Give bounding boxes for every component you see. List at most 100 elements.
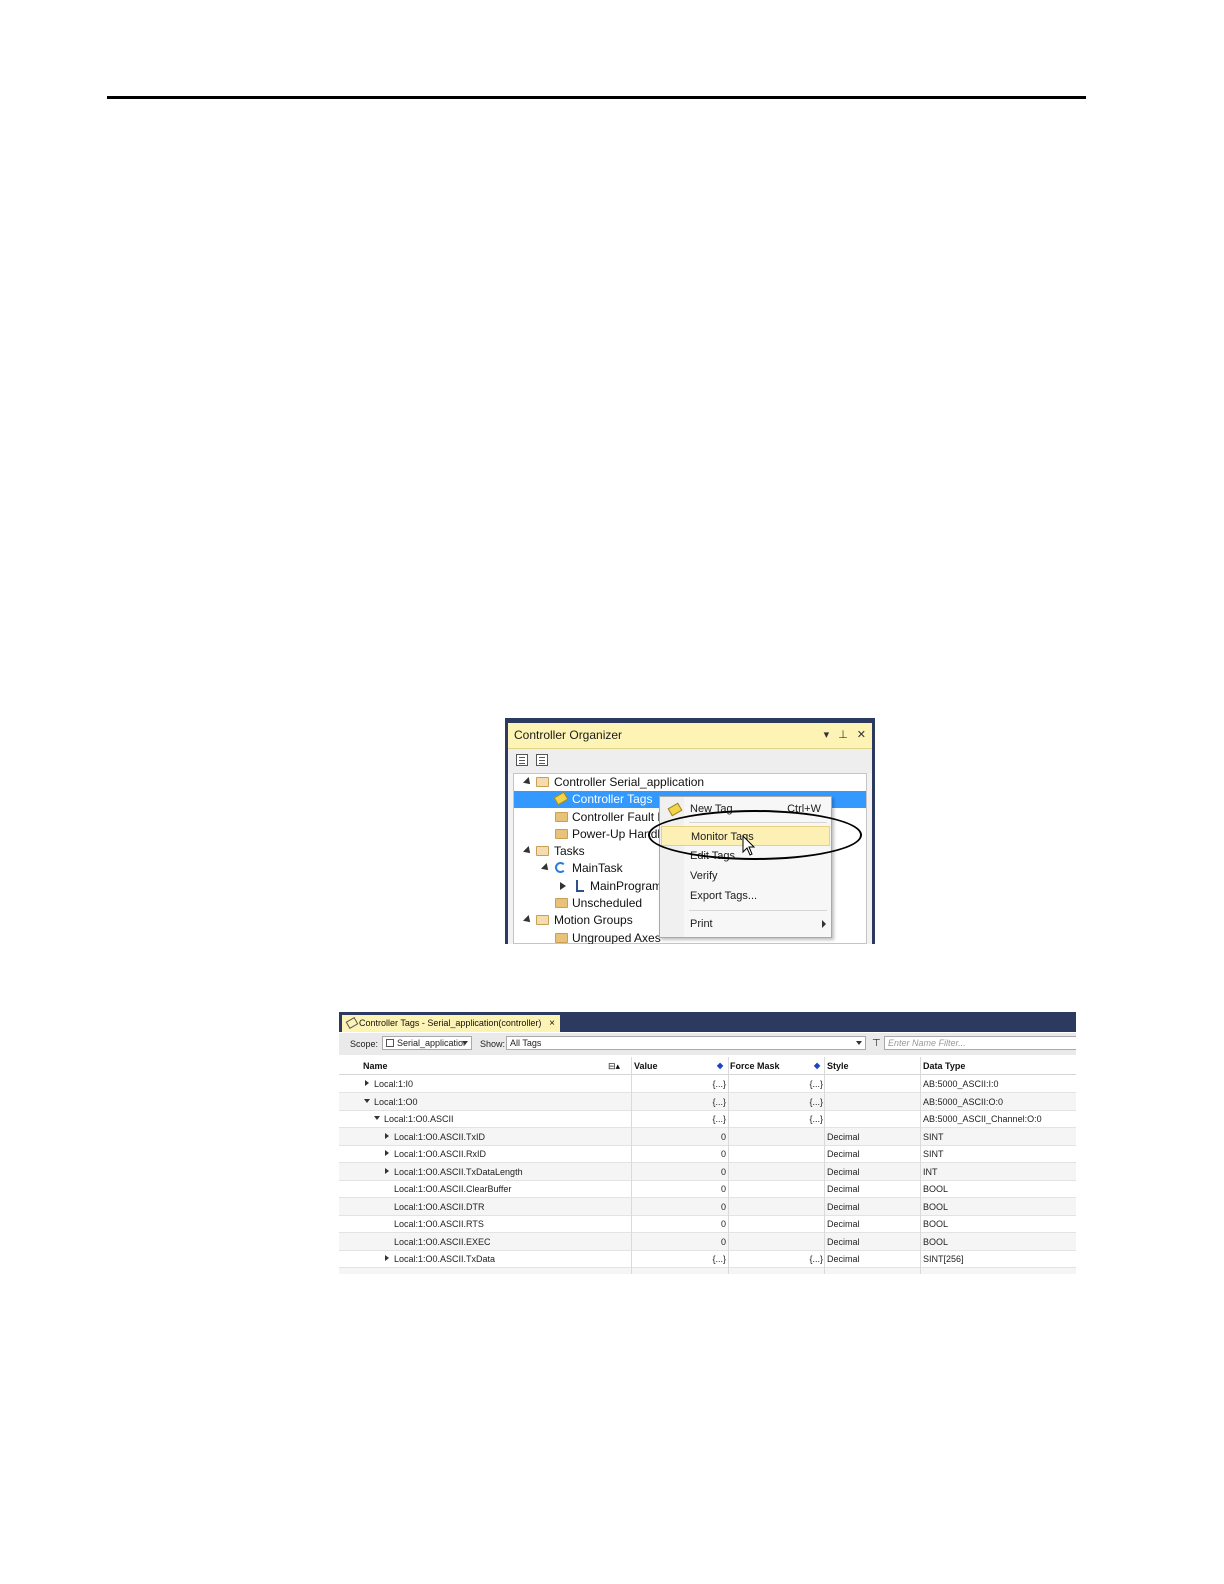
tab-bar: Controller Tags - Serial_application(con… [339,1012,1076,1032]
table-row[interactable]: Local:1:O0.ASCII.TxID 0 Decimal SINT [339,1127,1076,1146]
organizer-titlebar: Controller Organizer ▾ ⊥ ✕ [508,723,872,749]
cell-data-type: AB:5000_ASCII:O:0 [923,1096,1004,1107]
expand-icon[interactable] [523,777,533,787]
expand-icon[interactable] [365,1080,369,1086]
cell-value[interactable]: 0 [721,1132,726,1142]
cell-value[interactable]: 0 [721,1237,726,1247]
cell-value[interactable]: 0 [721,1219,726,1229]
show-select[interactable]: All Tags [506,1036,866,1050]
pin-icon[interactable]: ◆ [717,1061,723,1070]
table-row[interactable]: Local:1:I0 {...} {...} AB:5000_ASCII:I:0 [339,1075,1076,1093]
cell-data-type: SINT [923,1149,944,1159]
show-label: Show: [480,1039,506,1049]
cell-value[interactable]: 0 [721,1149,726,1159]
menu-item-export-tags[interactable]: Export Tags... [661,886,830,906]
menu-label: Print [690,918,713,930]
table-row[interactable]: Local:1:O0.ASCII.RxID 0 Decimal SINT [339,1145,1076,1163]
cell-style[interactable]: Decimal [827,1167,860,1177]
expand-icon[interactable] [541,863,551,873]
expand-icon[interactable] [560,882,566,890]
tree-label: MainProgram [590,879,663,893]
expand-icon[interactable] [385,1255,389,1261]
table-row[interactable]: Local:1:O0 {...} {...} AB:5000_ASCII:O:0 [339,1092,1076,1111]
cell-style[interactable]: Decimal [827,1219,860,1229]
cell-value[interactable]: {...} [712,1254,726,1264]
collapse-all-icon[interactable] [516,754,528,766]
cell-value[interactable]: {...} [712,1097,726,1107]
tag-icon [667,802,683,817]
collapse-icon[interactable] [374,1116,380,1120]
column-header-name[interactable]: Name [363,1061,388,1071]
dropdown-icon[interactable]: ▾ [824,723,830,748]
collapse-icon[interactable] [364,1098,370,1103]
pin-icon[interactable]: ◆ [814,1061,820,1070]
column-header-value[interactable]: Value [634,1061,658,1071]
menu-item-print[interactable]: Print [661,914,830,934]
menu-item-verify[interactable]: Verify [661,866,830,886]
tree-label: Ungrouped Axes [572,931,661,944]
column-header-style[interactable]: Style [827,1061,849,1071]
cell-name: Local:1:I0 [374,1079,414,1089]
cell-data-type: AB:5000_ASCII:I:0 [923,1079,999,1089]
tab-controller-tags[interactable]: Controller Tags - Serial_application(con… [342,1015,560,1032]
cell-style[interactable]: Decimal [827,1149,860,1159]
tree-label: MainTask [572,861,623,875]
cell-data-type: SINT [923,1131,944,1142]
cell-name: Local:1:O0.ASCII.EXEC [394,1236,491,1247]
task-icon [555,862,566,873]
expand-icon[interactable] [523,846,533,856]
view-options-icon[interactable] [536,754,548,766]
cell-value[interactable]: 0 [721,1202,726,1212]
table-row[interactable]: Local:1:O0.ASCII.TxDataLength 0 Decimal INT [339,1162,1076,1181]
tree-item-controller[interactable]: Controller Serial_application [514,774,866,791]
pin-icon[interactable]: ⊥ [838,723,848,748]
cell-data-type: SINT[256] [923,1254,964,1264]
cell-data-type: BOOL [923,1236,949,1247]
table-row[interactable]: Local:1:O0.ASCII.DTR 0 Decimal BOOL [339,1197,1076,1216]
organizer-toolbar [508,749,872,773]
column-divider [824,1057,825,1274]
cell-force-mask[interactable]: {...} [809,1254,823,1264]
expand-icon[interactable] [385,1132,389,1139]
cell-name: Local:1:O0.ASCII.ClearBuffer [394,1184,512,1194]
cell-force-mask[interactable]: {...} [809,1114,823,1124]
cell-style[interactable]: Decimal [827,1132,860,1142]
menu-label: Export Tags... [690,890,758,902]
cell-value[interactable]: 0 [721,1184,726,1194]
table-row[interactable]: Local:1:O0.ASCII.TxData {...} {...} Decimal… [339,1250,1076,1268]
expand-icon[interactable] [385,1150,389,1156]
cell-value[interactable]: {...} [712,1079,726,1089]
tree-label: Controller Fault H [572,810,667,824]
tree-label: Controller Tags [572,792,653,806]
menu-label: Verify [690,870,718,882]
table-row-partial[interactable] [339,1267,1076,1274]
cell-name: Local:1:O0.ASCII.DTR [394,1201,485,1212]
table-row[interactable]: Local:1:O0.ASCII.EXEC 0 Decimal BOOL [339,1232,1076,1251]
table-row[interactable]: Local:1:O0.ASCII.RTS 0 Decimal BOOL [339,1215,1076,1233]
cell-style[interactable]: Decimal [827,1254,860,1264]
cell-style[interactable]: Decimal [827,1184,860,1194]
show-value: All Tags [510,1038,542,1048]
scope-select[interactable]: Serial_applicatior [382,1036,472,1050]
column-header-data-type[interactable]: Data Type [923,1061,965,1071]
name-filter-input[interactable]: Enter Name Filter... [884,1036,1076,1050]
expand-icon[interactable] [385,1167,389,1174]
folder-icon [555,829,568,839]
column-header-force-mask[interactable]: Force Mask [730,1061,780,1071]
close-icon[interactable]: ✕ [857,723,866,748]
cell-force-mask[interactable]: {...} [809,1079,823,1089]
close-icon[interactable]: × [549,1015,555,1032]
table-row[interactable]: Local:1:O0.ASCII.ClearBuffer 0 Decimal BOOL [339,1180,1076,1198]
tree-label: Unscheduled [572,896,643,910]
cell-data-type: BOOL [923,1201,949,1212]
folder-icon [555,812,568,822]
cell-force-mask[interactable]: {...} [809,1097,823,1107]
sort-icon[interactable]: ⊟▴ [608,1061,620,1072]
cell-style[interactable]: Decimal [827,1202,860,1212]
cell-value[interactable]: 0 [721,1167,726,1177]
cell-value[interactable]: {...} [712,1114,726,1124]
filter-icon[interactable]: ⊤ [872,1038,881,1049]
table-row[interactable]: Local:1:O0.ASCII {...} {...} AB:5000_ASCII_… [339,1110,1076,1128]
cell-style[interactable]: Decimal [827,1237,860,1247]
expand-icon[interactable] [523,915,533,925]
